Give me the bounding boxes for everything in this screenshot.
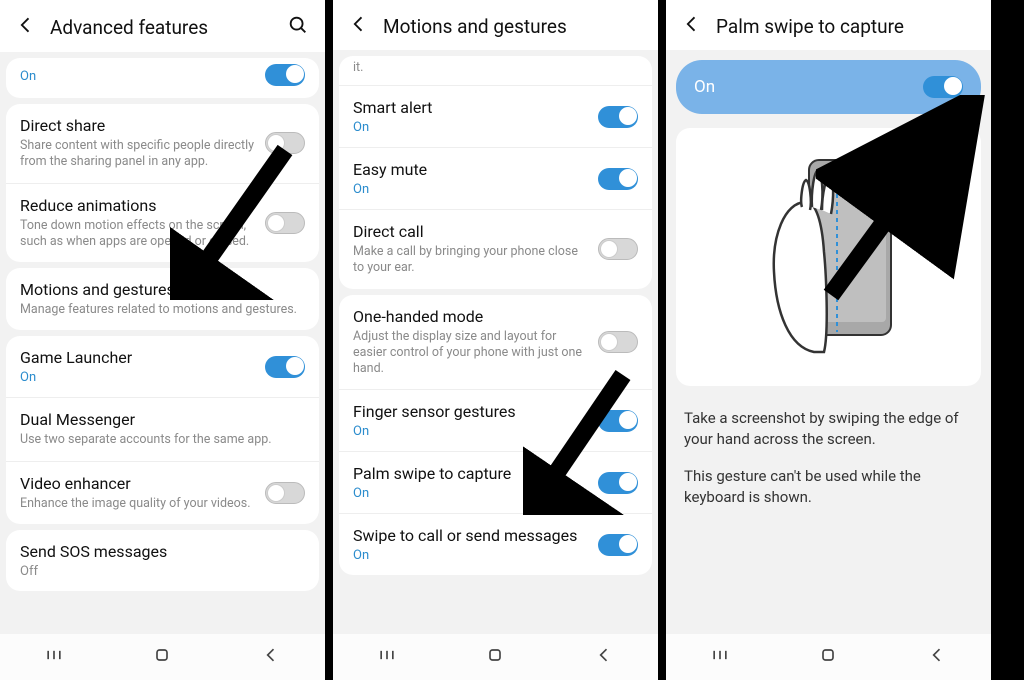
desc: Adjust the display size and layout for e… [353,329,588,378]
status-on: On [353,424,588,439]
label: Easy mute [353,160,588,180]
page-title: Advanced features [50,16,273,39]
desc-line-2: This gesture can't be used while the key… [684,466,973,508]
item-video-enhancer[interactable]: Video enhancer Enhance the image quality… [6,461,319,524]
toggle-on-icon[interactable] [598,106,638,128]
status-off: Off [20,564,305,579]
status-on: On [20,69,36,84]
content: it. Smart alert On Easy mute On Direct c… [333,50,658,634]
desc: Make a call by bringing your phone close… [353,244,588,277]
content: On Take a screenshot by swiping the edge… [666,50,991,634]
search-icon[interactable] [287,14,309,40]
toggle-off-icon[interactable] [598,238,638,260]
item-send-sos[interactable]: Send SOS messages Off [6,530,319,591]
page-title: Palm swipe to capture [716,15,975,38]
label: Finger sensor gestures [353,402,588,422]
header: Palm swipe to capture [666,0,991,50]
desc: Use two separate accounts for the same a… [20,432,305,448]
label: Direct share [20,116,255,136]
nav-recents-icon[interactable] [377,645,397,669]
nav-recents-icon[interactable] [44,645,64,669]
item-palm-swipe-capture[interactable]: Palm swipe to capture On [339,451,652,513]
toggle-on-icon[interactable] [598,534,638,556]
toggle-off-icon[interactable] [265,132,305,154]
status-on: On [353,182,588,197]
nav-back-icon[interactable] [261,645,281,669]
status-on: On [353,486,588,501]
toggle-off-icon[interactable] [265,212,305,234]
toggle-on-icon[interactable] [598,472,638,494]
desc: Enhance the image quality of your videos… [20,496,255,512]
toggle-on-icon[interactable] [265,64,305,86]
item-one-handed-mode[interactable]: One-handed mode Adjust the display size … [339,295,652,390]
nav-back-icon[interactable] [927,645,947,669]
toggle-on-icon[interactable] [265,356,305,378]
header: Motions and gestures [333,0,658,50]
nav-back-icon[interactable] [594,645,614,669]
label: Dual Messenger [20,410,305,430]
nav-recents-icon[interactable] [710,645,730,669]
nav-bar [0,634,325,680]
desc-line-1: Take a screenshot by swiping the edge of… [684,408,973,450]
back-icon[interactable] [16,15,36,39]
description: Take a screenshot by swiping the edge of… [666,386,991,508]
label: Motions and gestures [20,280,305,300]
back-icon[interactable] [349,14,369,38]
item-easy-mute[interactable]: Easy mute On [339,147,652,209]
label: Swipe to call or send messages [353,526,588,546]
label: Reduce animations [20,196,255,216]
nav-bar [333,634,658,680]
label: Palm swipe to capture [353,464,588,484]
screen-palm-swipe: Palm swipe to capture On Take a screensh… [666,0,999,680]
label: Game Launcher [20,348,255,368]
status-on: On [353,120,588,135]
screen-motions-gestures: Motions and gestures it. Smart alert On … [333,0,666,680]
item-reduce-animations[interactable]: Reduce animations Tone down motion effec… [6,183,319,263]
item-swipe-call-send[interactable]: Swipe to call or send messages On [339,513,652,575]
toggle-on-icon[interactable] [923,76,963,98]
item-game-launcher[interactable]: Game Launcher On [6,336,319,397]
header: Advanced features [0,0,325,52]
item-direct-share[interactable]: Direct share Share content with specific… [6,104,319,183]
desc: Share content with specific people direc… [20,138,255,171]
desc: Manage features related to motions and g… [20,302,305,318]
screen-advanced-features: Advanced features On Direct share Share … [0,0,333,680]
label: Smart alert [353,98,588,118]
nav-home-icon[interactable] [152,645,172,669]
item-motions-gestures[interactable]: Motions and gestures Manage features rel… [6,268,319,330]
toggle-on-icon[interactable] [598,168,638,190]
status-on: On [20,370,255,385]
illustration-card [676,128,981,386]
label: One-handed mode [353,307,588,327]
item-smart-alert[interactable]: Smart alert On [339,85,652,147]
nav-home-icon[interactable] [818,645,838,669]
toggle-on-icon[interactable] [598,410,638,432]
status-on: On [353,548,588,563]
page-title: Motions and gestures [383,15,642,38]
banner-label: On [694,77,715,97]
nav-home-icon[interactable] [485,645,505,669]
toggle-off-icon[interactable] [265,482,305,504]
desc: Tone down motion effects on the screen, … [20,218,255,251]
nav-bar [666,634,991,680]
toggle-off-icon[interactable] [598,331,638,353]
item-finger-sensor-gestures[interactable]: Finger sensor gestures On [339,389,652,451]
item-top-on[interactable]: On [6,58,319,98]
master-toggle-banner[interactable]: On [676,60,981,114]
label: Video enhancer [20,474,255,494]
truncated-desc: it. [339,56,652,85]
content: On Direct share Share content with speci… [0,52,325,634]
palm-swipe-illustration-icon [754,152,904,362]
item-direct-call[interactable]: Direct call Make a call by bringing your… [339,209,652,289]
back-icon[interactable] [682,14,702,38]
label: Direct call [353,222,588,242]
item-dual-messenger[interactable]: Dual Messenger Use two separate accounts… [6,397,319,460]
label: Send SOS messages [20,542,305,562]
